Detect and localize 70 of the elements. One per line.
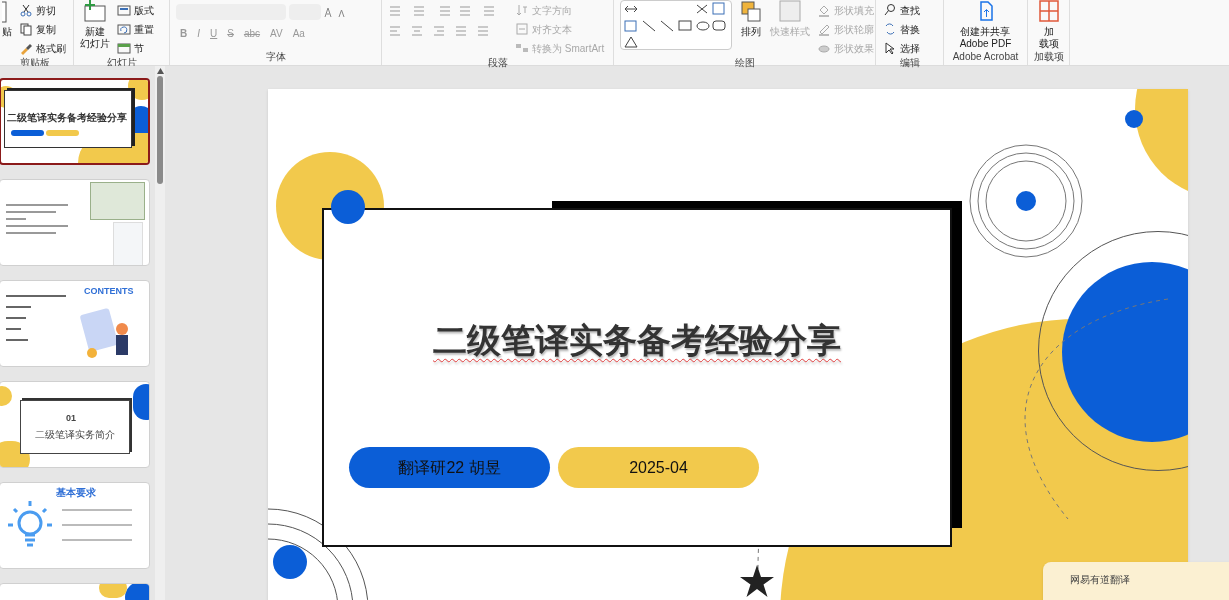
shapes-gallery[interactable] [620, 0, 732, 50]
popup-title: 网易有道翻译 [1070, 573, 1130, 587]
section-icon [117, 41, 131, 55]
group-label: 编辑 [898, 57, 921, 70]
slide-title: 二级笔译实务备考经验分享 [432, 320, 842, 361]
text-line [62, 524, 132, 526]
text-line [6, 204, 68, 206]
align-text-icon [515, 22, 529, 36]
ribbon-button[interactable]: 选择 [882, 39, 921, 57]
brush-icon [19, 41, 33, 55]
pill-shape [11, 130, 44, 136]
slide-thumbnail[interactable]: CONTENTS [0, 280, 150, 367]
slide-thumbnail[interactable]: 基本要求 [0, 482, 150, 569]
thumbnail-title: 二级笔译实务备考经验分享 [7, 111, 127, 125]
ribbon-button[interactable]: 贴 [2, 0, 12, 38]
section-number: 01 [66, 412, 76, 425]
ribbon-button[interactable]: 版式 [116, 1, 155, 19]
certificate-photo-placeholder [90, 182, 145, 220]
text-line [62, 539, 132, 541]
scrollbar-thumb[interactable] [157, 76, 163, 184]
ribbon-button[interactable]: 新建 幻灯片 [80, 0, 110, 50]
text-line [6, 295, 66, 297]
text-line [6, 218, 26, 220]
group-label: Adobe Acrobat [951, 51, 1020, 64]
group-label: 段落 [486, 57, 509, 70]
thumbnail-title: 二级笔译实务简介 [35, 428, 115, 442]
ribbon-button[interactable]: 替换 [882, 20, 921, 38]
text-line [6, 225, 68, 227]
scissors-icon [19, 3, 33, 17]
group-label: 绘图 [733, 57, 756, 70]
cursor-icon [883, 41, 897, 55]
reset-icon [117, 22, 131, 36]
ribbon-button[interactable]: 排列 [738, 0, 764, 38]
group-label: 加载项 [1034, 51, 1063, 64]
ribbon-button[interactable]: 节 [116, 39, 155, 57]
paint-bucket-icon [817, 3, 831, 17]
scroll-up-icon[interactable] [156, 68, 164, 74]
thumbnail-title: 基本要求 [56, 486, 96, 500]
text-line [6, 328, 21, 330]
search-icon [883, 3, 897, 17]
group-label: 字体 [264, 51, 287, 64]
text-line [6, 339, 28, 341]
ribbon-button[interactable]: 复制 [18, 20, 67, 38]
text-line [6, 317, 26, 319]
ribbon-button[interactable]: 剪切 [18, 1, 67, 19]
text-line [6, 232, 56, 234]
ribbon-button[interactable]: 创建并共享 Adobe PDF [950, 0, 1021, 50]
ribbon-button[interactable]: 查找 [882, 1, 921, 19]
ribbon-button[interactable]: 加 载项 [1034, 0, 1063, 50]
copy-icon [19, 22, 33, 36]
text-line [62, 509, 132, 511]
replace-icon [883, 22, 897, 36]
pill-shape [46, 130, 79, 136]
smartart-icon [515, 41, 529, 55]
thumbnail-title: CONTENTS [84, 285, 134, 298]
text-line [6, 211, 56, 213]
pencil-icon [817, 22, 831, 36]
document-photo-placeholder [113, 222, 143, 265]
date-pill: 2025-04 [558, 447, 759, 488]
scrollbar[interactable] [155, 66, 165, 600]
text-direction-icon [515, 3, 529, 17]
layout-icon [117, 3, 131, 17]
slide-thumbnail[interactable]: 二级笔译实务备考经验分享 [0, 78, 150, 165]
slide-thumbnail[interactable]: 01 二级笔译实务简介 [0, 381, 150, 468]
ribbon-button[interactable]: 格式刷 [18, 39, 67, 57]
text-line [6, 306, 31, 308]
slide-thumbnail[interactable] [0, 179, 150, 266]
ribbon-button[interactable]: 重置 [116, 20, 155, 38]
star-icon [740, 565, 774, 597]
author-pill: 翻译研22 胡昱 [349, 447, 550, 488]
